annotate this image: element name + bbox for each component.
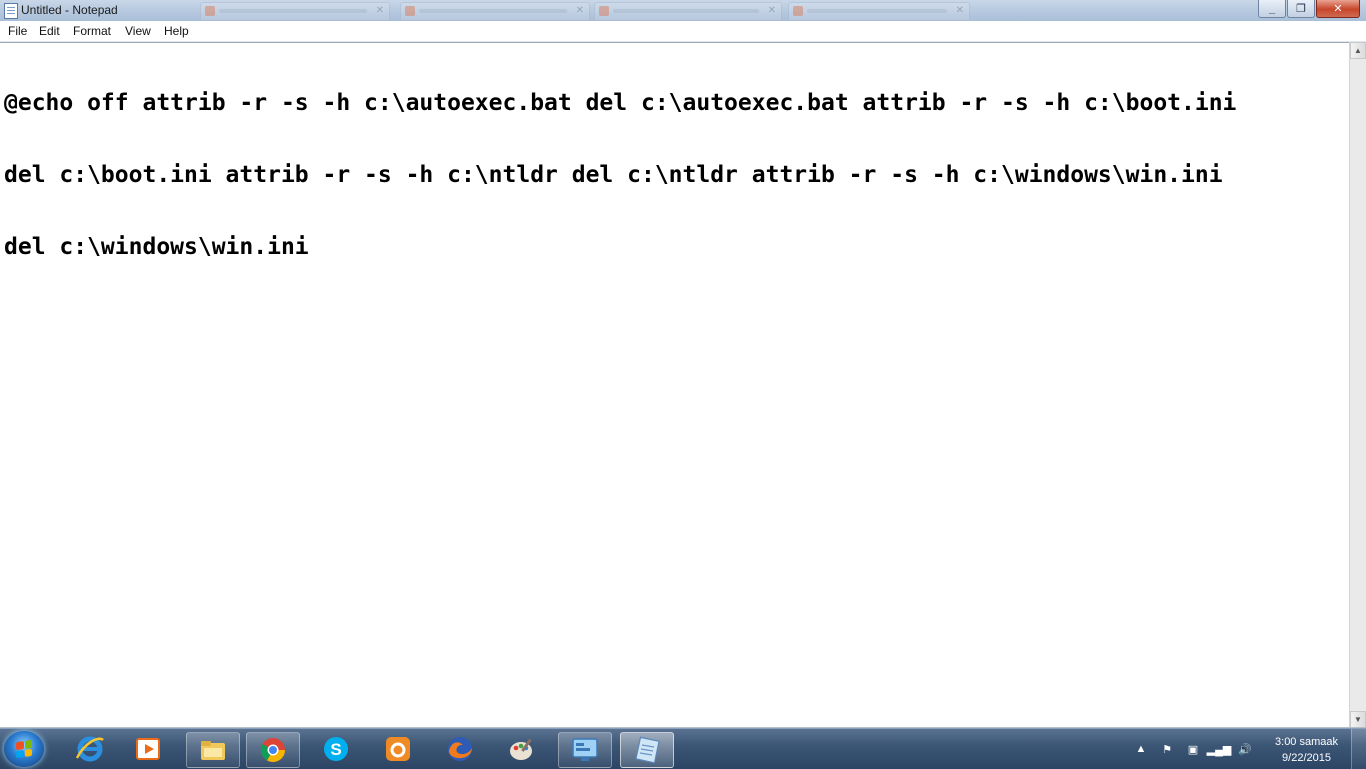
arrow-up-icon: ▲ bbox=[1354, 46, 1362, 55]
close-icon: ✕ bbox=[1333, 3, 1343, 15]
close-icon: ✕ bbox=[767, 5, 776, 16]
close-icon: ✕ bbox=[575, 5, 584, 16]
vertical-scrollbar[interactable]: ▲ ▼ bbox=[1349, 42, 1366, 728]
close-icon: ✕ bbox=[955, 5, 964, 16]
show-desktop-button[interactable] bbox=[1351, 729, 1366, 769]
uc-browser-icon bbox=[386, 737, 410, 761]
show-hidden-icons-button[interactable]: ▲ bbox=[1134, 742, 1148, 756]
menu-view[interactable]: View bbox=[122, 24, 154, 38]
scroll-up-button[interactable]: ▲ bbox=[1350, 42, 1366, 59]
taskbar-clock[interactable]: 3:00 samaak 9/22/2015 bbox=[1275, 734, 1338, 766]
text-editor[interactable]: @echo off attrib -r -s -h c:\autoexec.ba… bbox=[0, 42, 1349, 729]
action-center-flag-icon[interactable]: ⚑ bbox=[1160, 742, 1174, 756]
editor-line: del c:\boot.ini attrib -r -s -h c:\ntldr… bbox=[4, 162, 1223, 188]
taskbar: S ▲ ⚑ ▣ ▂▄▆ 🔊 3:00 samaak 9/22/2015 bbox=[0, 728, 1366, 769]
chrome-icon bbox=[260, 738, 285, 763]
editor-content[interactable]: @echo off attrib -r -s -h c:\autoexec.ba… bbox=[4, 43, 1344, 307]
close-button[interactable]: ✕ bbox=[1316, 0, 1360, 18]
menu-file[interactable]: File bbox=[5, 24, 30, 38]
system-tray: ▲ ⚑ ▣ ▂▄▆ 🔊 bbox=[1128, 729, 1258, 769]
taskbar-media-center[interactable] bbox=[122, 732, 174, 766]
background-window-4: ✕ bbox=[788, 2, 970, 21]
title-bar[interactable]: Untitled - Notepad ✕ ✕ ✕ ✕ _ ❐ ✕ bbox=[0, 0, 1366, 22]
menu-edit[interactable]: Edit bbox=[36, 24, 63, 38]
menu-bar: File Edit Format View Help bbox=[0, 21, 1366, 42]
skype-icon: S bbox=[324, 737, 348, 761]
media-center-icon bbox=[136, 738, 160, 760]
taskbar-uc-browser[interactable] bbox=[372, 732, 424, 766]
restore-icon: ❐ bbox=[1296, 3, 1306, 15]
minimize-icon: _ bbox=[1268, 2, 1276, 15]
clock-date: 9/22/2015 bbox=[1282, 752, 1331, 764]
favicon-icon bbox=[599, 6, 609, 16]
file-explorer-icon bbox=[201, 741, 225, 760]
paint-icon bbox=[510, 738, 532, 760]
clock-time: 3:00 samaak bbox=[1275, 736, 1338, 748]
close-icon: ✕ bbox=[375, 5, 384, 16]
window-controls: _ ❐ ✕ bbox=[1257, 0, 1360, 18]
safely-remove-hardware-icon[interactable]: ▣ bbox=[1186, 742, 1200, 756]
notepad-icon bbox=[635, 736, 660, 764]
taskbar-control-panel[interactable] bbox=[558, 732, 612, 768]
background-window-2: ✕ bbox=[400, 2, 590, 21]
volume-icon[interactable]: 🔊 bbox=[1238, 742, 1252, 756]
background-window-3: ✕ bbox=[594, 2, 782, 21]
arrow-down-icon: ▼ bbox=[1354, 715, 1362, 724]
taskbar-skype[interactable]: S bbox=[310, 732, 362, 766]
menu-format[interactable]: Format bbox=[70, 24, 114, 38]
control-panel-icon bbox=[572, 738, 598, 761]
menu-help[interactable]: Help bbox=[161, 24, 192, 38]
favicon-icon bbox=[205, 6, 215, 16]
scroll-down-button[interactable]: ▼ bbox=[1350, 711, 1366, 728]
notepad-app-icon[interactable] bbox=[4, 3, 18, 19]
background-window-1: ✕ bbox=[200, 2, 390, 21]
editor-line: @echo off attrib -r -s -h c:\autoexec.ba… bbox=[4, 90, 1237, 116]
taskbar-internet-explorer[interactable] bbox=[64, 732, 116, 766]
taskbar-paint[interactable] bbox=[496, 732, 548, 766]
start-button[interactable] bbox=[4, 731, 44, 767]
taskbar-chrome[interactable] bbox=[246, 732, 300, 768]
network-signal-icon[interactable]: ▂▄▆ bbox=[1207, 742, 1232, 756]
windows-start-icon bbox=[16, 739, 32, 759]
svg-text:S: S bbox=[330, 740, 341, 759]
firefox-icon bbox=[448, 737, 472, 761]
minimize-button[interactable]: _ bbox=[1258, 0, 1286, 18]
favicon-icon bbox=[405, 6, 415, 16]
favicon-icon bbox=[793, 6, 803, 16]
taskbar-firefox[interactable] bbox=[434, 732, 486, 766]
window-title: Untitled - Notepad bbox=[21, 3, 118, 17]
restore-button[interactable]: ❐ bbox=[1287, 0, 1315, 18]
internet-explorer-icon bbox=[75, 736, 104, 762]
taskbar-file-explorer[interactable] bbox=[186, 732, 240, 768]
editor-line: del c:\windows\win.ini bbox=[4, 234, 309, 260]
taskbar-notepad[interactable] bbox=[620, 732, 674, 768]
